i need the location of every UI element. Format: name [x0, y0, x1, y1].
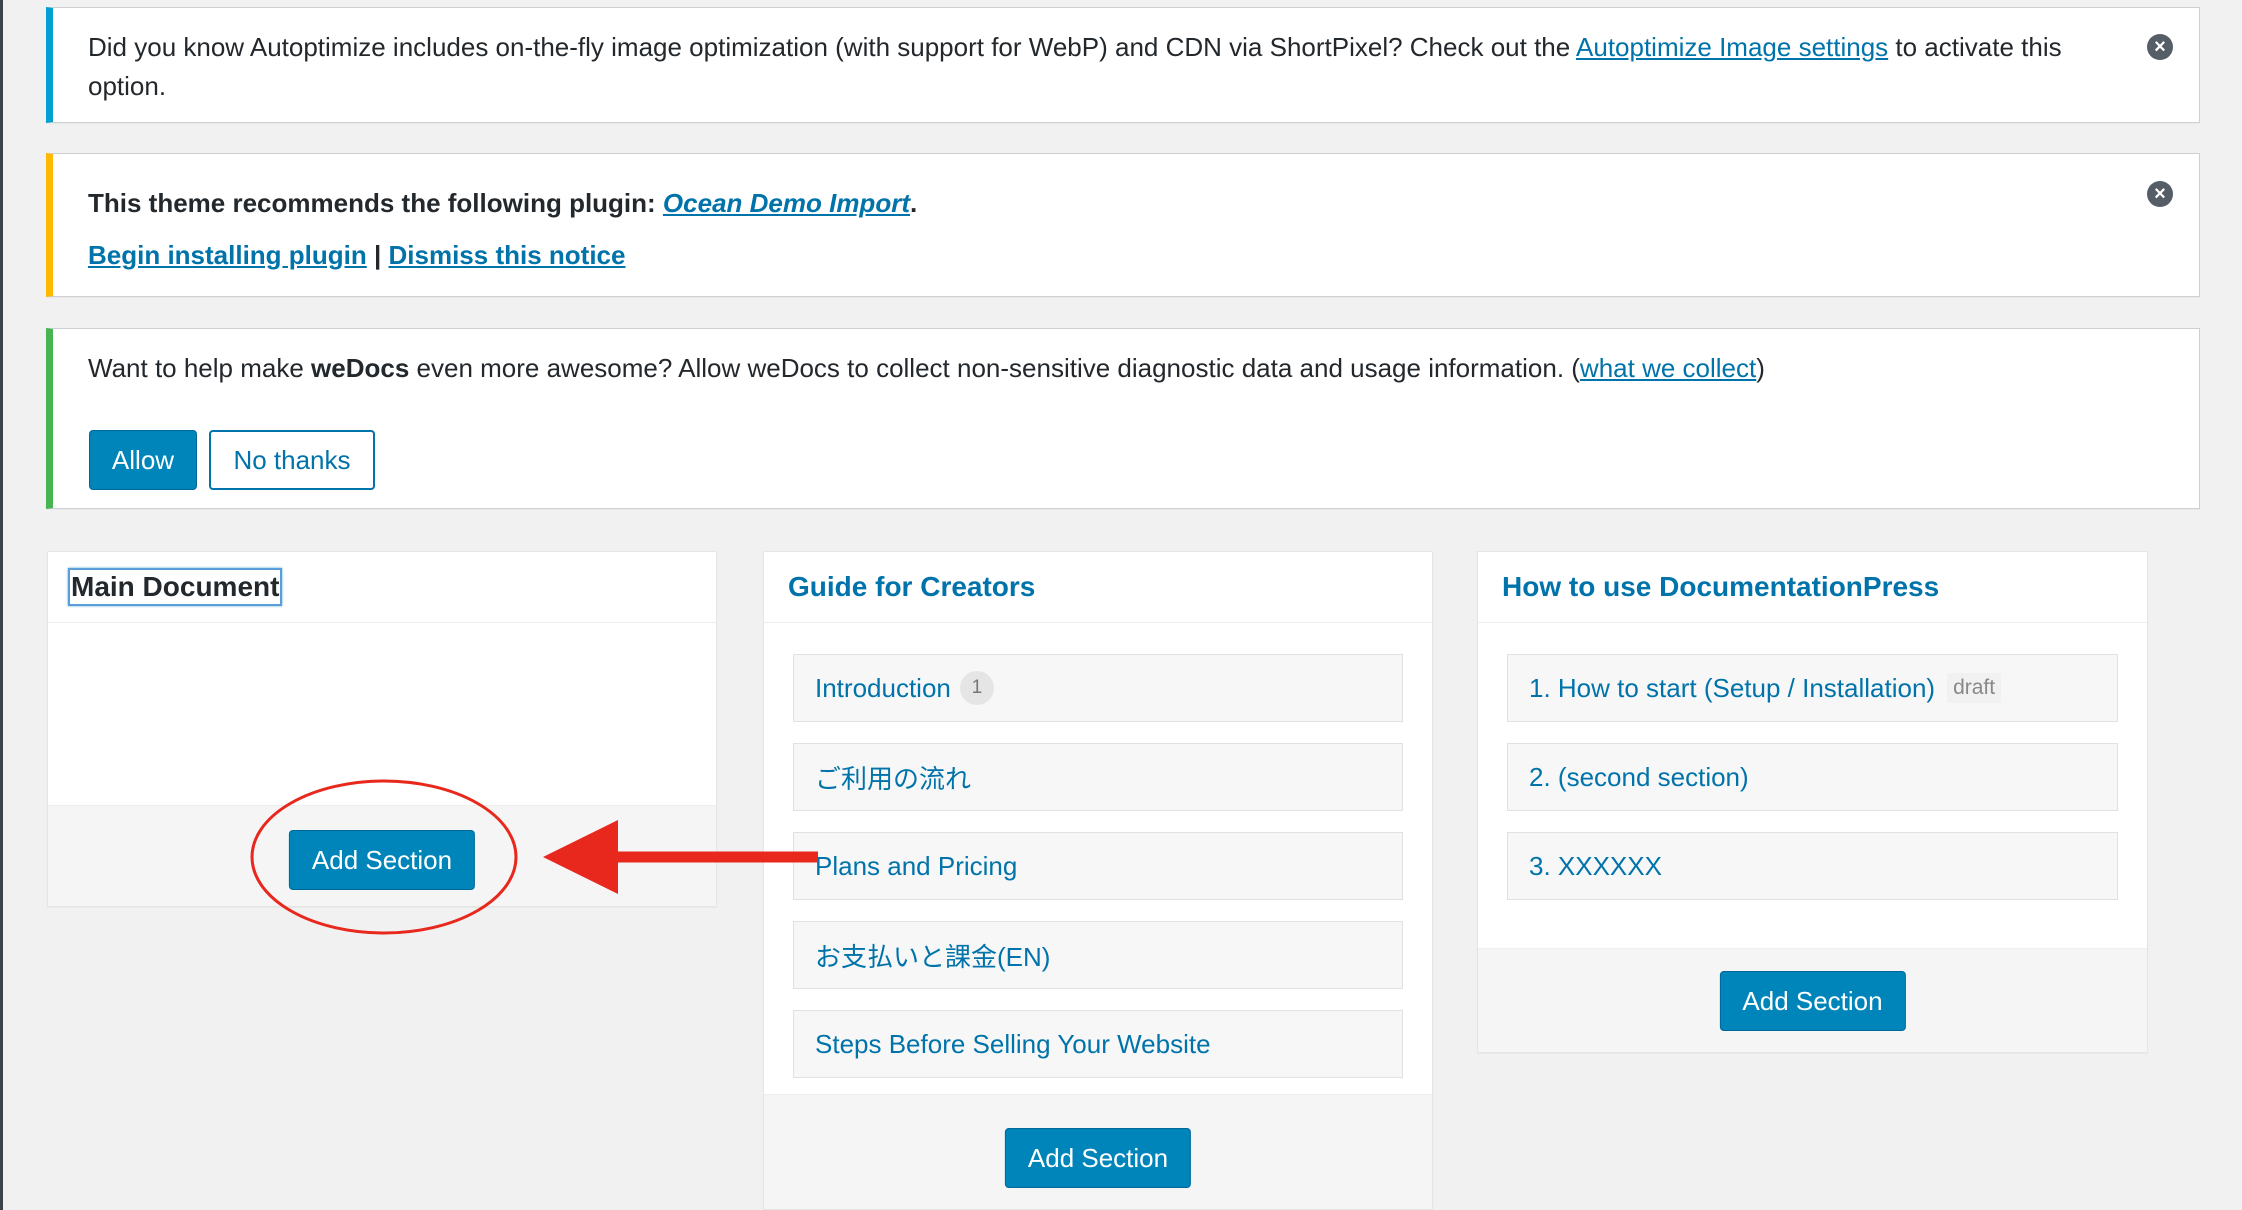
- action-separator: |: [366, 240, 389, 270]
- autoptimize-image-settings-link[interactable]: Autoptimize Image settings: [1576, 32, 1888, 62]
- theme-plugin-prefix: This theme recommends the following plug…: [88, 188, 663, 218]
- wedocs-notice-text-3: ): [1756, 353, 1765, 383]
- section-label: Plans and Pricing: [815, 850, 1018, 881]
- section-item[interactable]: Plans and Pricing: [793, 832, 1403, 900]
- dismiss-theme-notice-icon[interactable]: ×: [2147, 181, 2173, 207]
- no-thanks-button[interactable]: No thanks: [209, 430, 375, 490]
- card-footer: Add Section: [1478, 948, 2147, 1052]
- begin-installing-plugin-link[interactable]: Begin installing plugin: [88, 240, 367, 270]
- section-item[interactable]: ご利用の流れ: [793, 743, 1403, 811]
- card-footer: Add Section: [48, 805, 716, 906]
- theme-plugin-actions: Begin installing plugin | Dismiss this n…: [88, 236, 2099, 275]
- card-footer: Add Section: [764, 1094, 1432, 1209]
- dismiss-this-notice-link[interactable]: Dismiss this notice: [389, 240, 626, 270]
- draft-status-badge: draft: [1947, 673, 2002, 703]
- wedocs-notice-text-1: Want to help make: [88, 353, 312, 383]
- section-item[interactable]: 1. How to start (Setup / Installation) d…: [1507, 654, 2118, 722]
- autoptimize-notice: Did you know Autoptimize includes on-the…: [46, 7, 2200, 123]
- section-item[interactable]: Steps Before Selling Your Website: [793, 1010, 1403, 1078]
- section-label: 3. XXXXXX: [1529, 850, 1662, 881]
- allow-button[interactable]: Allow: [89, 430, 197, 490]
- autoptimize-notice-text: Did you know Autoptimize includes on-the…: [88, 32, 1577, 62]
- section-label: 2. (second section): [1529, 761, 1749, 792]
- section-list: Introduction 1 ご利用の流れ Plans and Pricing …: [793, 654, 1403, 1099]
- section-label: ご利用の流れ: [815, 763, 972, 794]
- doc-card-how-to-use-documentationpress: How to use DocumentationPress 1. How to …: [1477, 551, 2148, 1053]
- doc-card-guide-for-creators: Guide for Creators Introduction 1 ご利用の流れ…: [763, 551, 1433, 1210]
- section-label: お支払いと課金(EN): [815, 941, 1051, 972]
- section-list: 1. How to start (Setup / Installation) d…: [1507, 654, 2118, 921]
- section-item[interactable]: Introduction 1: [793, 654, 1403, 722]
- admin-sidebar-edge: [0, 0, 3, 1210]
- doc-title[interactable]: How to use DocumentationPress: [1502, 571, 1939, 603]
- section-label: Steps Before Selling Your Website: [815, 1028, 1211, 1059]
- section-item[interactable]: 2. (second section): [1507, 743, 2118, 811]
- section-item[interactable]: お支払いと課金(EN): [793, 921, 1403, 989]
- wedocs-notice-text-2: even more awesome? Allow weDocs to colle…: [409, 353, 1580, 383]
- doc-title[interactable]: Guide for Creators: [788, 571, 1035, 603]
- add-section-button[interactable]: Add Section: [1004, 1128, 1192, 1188]
- wedocs-tracking-notice: Want to help make weDocs even more aweso…: [46, 328, 2200, 509]
- section-item[interactable]: 3. XXXXXX: [1507, 832, 2118, 900]
- doc-title[interactable]: Main Document: [68, 568, 283, 606]
- theme-plugin-suffix: .: [909, 188, 918, 218]
- dismiss-autoptimize-notice-icon[interactable]: ×: [2147, 34, 2173, 60]
- theme-plugin-notice: This theme recommends the following plug…: [46, 153, 2200, 297]
- section-label: Introduction: [815, 672, 951, 703]
- wedocs-brand: weDocs: [311, 353, 410, 383]
- what-we-collect-link[interactable]: what we collect: [1580, 353, 1756, 383]
- doc-card-main-document: Main Document Add Section: [47, 551, 717, 907]
- theme-plugin-message: This theme recommends the following plug…: [88, 184, 2099, 223]
- section-label: 1. How to start (Setup / Installation): [1529, 672, 1936, 703]
- add-section-button[interactable]: Add Section: [1719, 971, 1906, 1031]
- article-count-badge: 1: [959, 671, 994, 705]
- ocean-demo-import-link[interactable]: Ocean Demo Import: [663, 188, 910, 218]
- add-section-button[interactable]: Add Section: [288, 830, 476, 890]
